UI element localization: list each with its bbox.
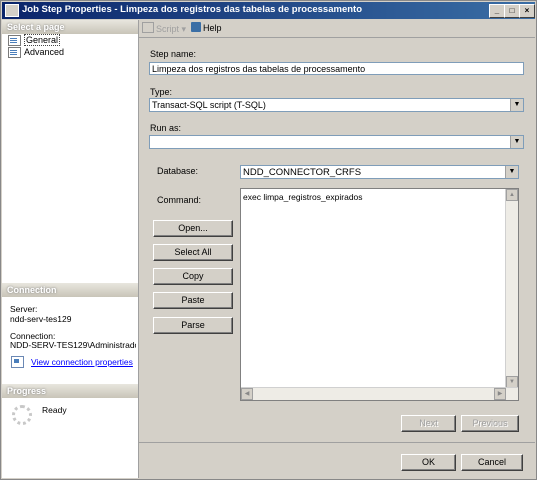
chevron-down-icon[interactable]: ▼ <box>505 166 518 178</box>
horizontal-scrollbar[interactable]: ◀ ▶ <box>241 387 518 400</box>
scroll-right-icon[interactable]: ▶ <box>494 388 506 400</box>
window-title: Job Step Properties - Limpeza dos regist… <box>22 4 362 15</box>
command-label: Command: <box>157 195 202 205</box>
chevron-down-icon[interactable]: ▼ <box>510 99 523 111</box>
page-item-general[interactable]: General <box>7 34 61 46</box>
step-name-label: Step name: <box>150 49 197 59</box>
window-icon <box>5 4 19 17</box>
chevron-down-icon[interactable]: ▼ <box>510 136 523 148</box>
script-button[interactable]: Script ▾ <box>142 22 186 35</box>
database-label: Database: <box>157 166 199 176</box>
progress-header: Progress <box>2 384 138 398</box>
connection-value: NDD-SERV-TES129\Administrado <box>10 340 136 350</box>
title-bar[interactable]: Job Step Properties - Limpeza dos regist… <box>2 2 535 19</box>
job-step-properties-window: Job Step Properties - Limpeza dos regist… <box>0 0 537 480</box>
progress-status: Ready <box>42 405 67 415</box>
scroll-left-icon[interactable]: ◀ <box>241 388 253 400</box>
help-label: Help <box>203 23 222 33</box>
type-select-value: Transact-SQL script (T-SQL) <box>152 100 266 110</box>
help-icon <box>191 22 201 32</box>
minimize-button[interactable]: _ <box>489 4 505 18</box>
connection-properties-icon <box>11 356 24 368</box>
server-value: ndd-serv-tes129 <box>10 314 72 324</box>
run-as-label: Run as: <box>150 123 182 133</box>
server-label: Server: <box>10 304 38 314</box>
view-connection-properties-link[interactable]: View connection properties <box>31 357 133 367</box>
chevron-down-icon: ▾ <box>181 24 187 34</box>
command-textarea[interactable]: exec limpa_registros_expirados ▲ ▼ ◀ ▶ <box>240 188 519 401</box>
run-as-select[interactable]: ▼ <box>149 135 524 149</box>
database-select[interactable]: NDD_CONNECTOR_CRFS ▼ <box>240 165 519 179</box>
page-item-advanced[interactable]: Advanced <box>7 46 64 58</box>
left-panel: Select a page General Advanced Connectio… <box>2 20 139 478</box>
parse-button[interactable]: Parse <box>153 317 233 334</box>
command-text[interactable]: exec limpa_registros_expirados <box>243 192 363 202</box>
previous-button[interactable]: Previous <box>461 415 519 432</box>
progress-spinner-icon <box>12 405 32 425</box>
paste-button[interactable]: Paste <box>153 292 233 309</box>
type-select[interactable]: Transact-SQL script (T-SQL) ▼ <box>149 98 524 112</box>
ok-button[interactable]: OK <box>401 454 456 471</box>
select-page-header: Select a page <box>2 20 138 34</box>
close-button[interactable]: × <box>519 4 535 18</box>
page-icon <box>8 35 21 46</box>
toolbar: Script ▾ Help <box>139 20 535 38</box>
page-item-label: General <box>24 34 61 46</box>
maximize-button[interactable]: □ <box>504 4 520 18</box>
type-label: Type: <box>150 87 173 97</box>
vertical-scrollbar[interactable]: ▲ ▼ <box>505 189 518 388</box>
page-icon <box>8 47 21 58</box>
page-item-label: Advanced <box>24 47 65 57</box>
select-all-button[interactable]: Select All <box>153 244 233 261</box>
script-label: Script <box>156 24 180 34</box>
connection-header: Connection <box>2 283 138 297</box>
main-panel: Script ▾ Help Step name: Limpeza dos reg… <box>139 20 535 478</box>
help-button[interactable]: Help <box>191 22 222 34</box>
open-button[interactable]: Open... <box>153 220 233 237</box>
cancel-button[interactable]: Cancel <box>461 454 523 471</box>
scroll-up-icon[interactable]: ▲ <box>506 189 518 201</box>
database-select-value: NDD_CONNECTOR_CRFS <box>243 167 362 178</box>
next-button[interactable]: Next <box>401 415 456 432</box>
step-name-input[interactable]: Limpeza dos registros das tabelas de pro… <box>149 62 524 75</box>
copy-button[interactable]: Copy <box>153 268 233 285</box>
script-icon <box>142 22 154 33</box>
divider <box>139 442 535 443</box>
